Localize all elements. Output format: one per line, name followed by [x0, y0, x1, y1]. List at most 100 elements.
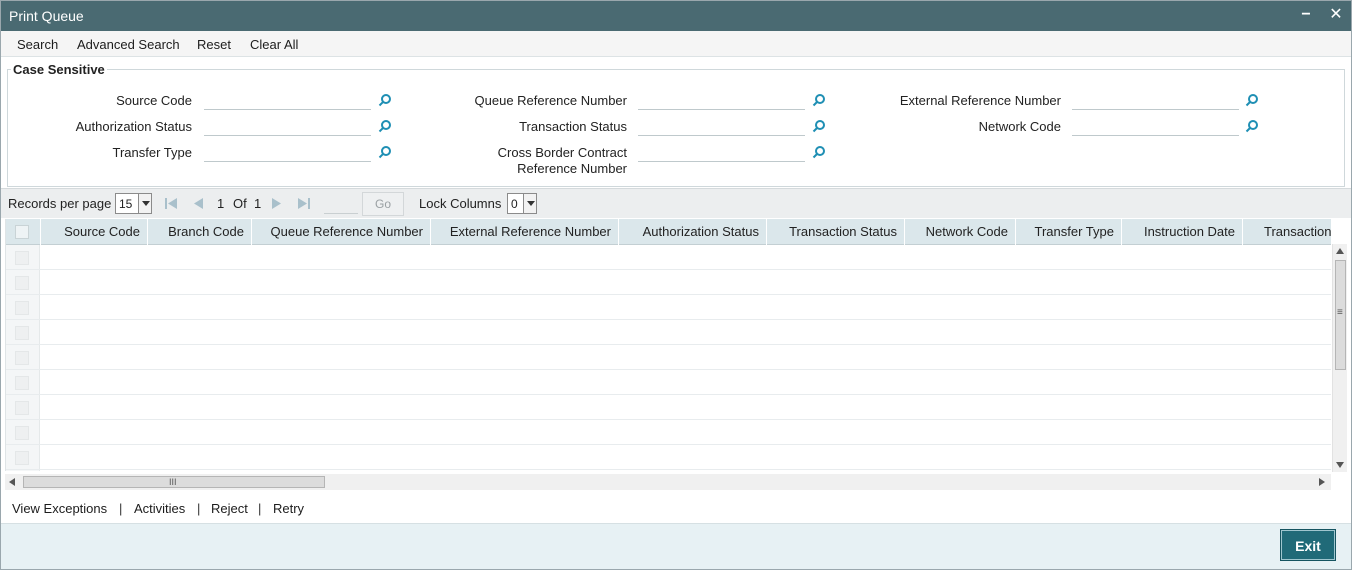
scroll-up-icon[interactable]: [1336, 248, 1344, 254]
source-code-lookup-icon[interactable]: [378, 93, 392, 107]
records-per-page-value: 15: [119, 197, 133, 211]
action-separator: |: [258, 501, 262, 516]
column-header-transaction[interactable]: Transaction: [1243, 219, 1331, 245]
footer-bar: Exit: [1, 523, 1351, 569]
queue-reference-number-input[interactable]: [638, 92, 805, 110]
column-header-transaction-status[interactable]: Transaction Status: [767, 219, 905, 245]
row-checkbox[interactable]: [15, 376, 29, 390]
row-checkbox[interactable]: [15, 251, 29, 265]
table-row[interactable]: [6, 420, 1331, 445]
scroll-left-icon[interactable]: [9, 478, 15, 486]
transaction-status-input[interactable]: [638, 118, 805, 136]
column-header-authorization-status[interactable]: Authorization Status: [619, 219, 767, 245]
total-pages-number: 1: [254, 196, 262, 211]
transfer-type-lookup-icon[interactable]: [378, 145, 392, 159]
table-row[interactable]: [6, 370, 1331, 395]
transaction-status-label: Transaction Status: [519, 119, 627, 134]
column-header-network-code[interactable]: Network Code: [905, 219, 1016, 245]
chevron-down-icon: [523, 194, 536, 213]
transaction-status-lookup-icon[interactable]: [812, 119, 826, 133]
table-row[interactable]: [6, 270, 1331, 295]
queue-reference-number-lookup-icon[interactable]: [812, 93, 826, 107]
go-to-page-input[interactable]: [324, 194, 358, 214]
vertical-scroll-thumb[interactable]: ≡: [1335, 260, 1346, 370]
row-checkbox[interactable]: [15, 401, 29, 415]
current-page-number: 1: [217, 196, 225, 211]
row-checkbox[interactable]: [15, 351, 29, 365]
vertical-scrollbar[interactable]: ≡: [1332, 244, 1347, 472]
network-code-input[interactable]: [1072, 118, 1239, 136]
row-actions-bar: View Exceptions | Activities | Reject | …: [1, 493, 1351, 523]
lock-columns-label: Lock Columns: [419, 196, 502, 211]
column-header-instruction-date[interactable]: Instruction Date: [1122, 219, 1243, 245]
cross-border-reference-lookup-icon[interactable]: [812, 145, 826, 159]
cross-border-label-line1: Cross Border Contract: [497, 145, 627, 160]
search-button[interactable]: Search: [17, 37, 58, 52]
row-checkbox[interactable]: [15, 451, 29, 465]
table-row[interactable]: [6, 345, 1331, 370]
action-separator: |: [119, 501, 123, 516]
search-toolbar: Search Advanced Search Reset Clear All: [1, 31, 1351, 57]
table-row[interactable]: [6, 395, 1331, 420]
first-page-icon[interactable]: [165, 198, 177, 209]
chevron-down-icon: [138, 194, 151, 213]
clear-all-button[interactable]: Clear All: [250, 37, 298, 52]
transfer-type-input[interactable]: [204, 144, 371, 162]
column-header-queue-reference-number[interactable]: Queue Reference Number: [252, 219, 431, 245]
action-separator: |: [197, 501, 201, 516]
authorization-status-label: Authorization Status: [75, 119, 192, 134]
scroll-right-icon[interactable]: [1319, 478, 1325, 486]
row-checkbox[interactable]: [15, 426, 29, 440]
retry-link[interactable]: Retry: [273, 501, 304, 516]
print-queue-window: Print Queue − ✕ Search Advanced Search R…: [0, 0, 1352, 570]
column-header-transfer-type[interactable]: Transfer Type: [1016, 219, 1122, 245]
records-per-page-select[interactable]: 15: [115, 193, 152, 214]
view-exceptions-link[interactable]: View Exceptions: [12, 501, 107, 516]
column-header-external-reference-number[interactable]: External Reference Number: [431, 219, 619, 245]
authorization-status-lookup-icon[interactable]: [378, 119, 392, 133]
previous-page-icon[interactable]: [193, 198, 203, 209]
column-header-branch-code[interactable]: Branch Code: [148, 219, 252, 245]
grip-icon: III: [169, 477, 177, 487]
case-sensitive-legend: Case Sensitive: [11, 62, 107, 77]
reject-link[interactable]: Reject: [211, 501, 248, 516]
row-checkbox[interactable]: [15, 276, 29, 290]
source-code-input[interactable]: [204, 92, 371, 110]
next-page-icon[interactable]: [272, 198, 282, 209]
column-header-source-code[interactable]: Source Code: [41, 219, 148, 245]
close-icon[interactable]: ✕: [1327, 6, 1345, 24]
authorization-status-input[interactable]: [204, 118, 371, 136]
results-grid: Source Code Branch Code Queue Reference …: [5, 219, 1331, 471]
go-button[interactable]: Go: [362, 192, 404, 216]
external-reference-number-label: External Reference Number: [899, 93, 1061, 108]
network-code-label: Network Code: [978, 119, 1061, 134]
select-all-column: [6, 219, 41, 245]
table-row[interactable]: [6, 245, 1331, 270]
window-title: Print Queue: [9, 8, 84, 24]
table-row[interactable]: [6, 295, 1331, 320]
cross-border-reference-input[interactable]: [638, 144, 805, 162]
external-reference-number-input[interactable]: [1072, 92, 1239, 110]
horizontal-scrollbar[interactable]: III: [5, 474, 1331, 490]
title-bar: Print Queue − ✕: [1, 1, 1351, 31]
records-per-page-label: Records per page: [8, 196, 112, 211]
table-row[interactable]: [6, 320, 1331, 345]
reset-button[interactable]: Reset: [197, 37, 231, 52]
lock-columns-select[interactable]: 0: [507, 193, 537, 214]
network-code-lookup-icon[interactable]: [1245, 119, 1259, 133]
minimize-icon[interactable]: −: [1297, 6, 1315, 24]
horizontal-scroll-thumb[interactable]: III: [23, 476, 325, 488]
queue-reference-number-label: Queue Reference Number: [474, 93, 627, 108]
last-page-icon[interactable]: [298, 198, 310, 209]
select-all-checkbox[interactable]: [15, 225, 29, 239]
scroll-down-icon[interactable]: [1336, 462, 1344, 468]
row-checkbox[interactable]: [15, 326, 29, 340]
exit-button[interactable]: Exit: [1280, 529, 1336, 561]
activities-link[interactable]: Activities: [134, 501, 185, 516]
row-checkbox[interactable]: [15, 301, 29, 315]
transfer-type-label: Transfer Type: [112, 145, 192, 160]
table-row[interactable]: [6, 445, 1331, 470]
external-reference-number-lookup-icon[interactable]: [1245, 93, 1259, 107]
grip-icon: ≡: [1337, 307, 1343, 318]
advanced-search-button[interactable]: Advanced Search: [77, 37, 180, 52]
